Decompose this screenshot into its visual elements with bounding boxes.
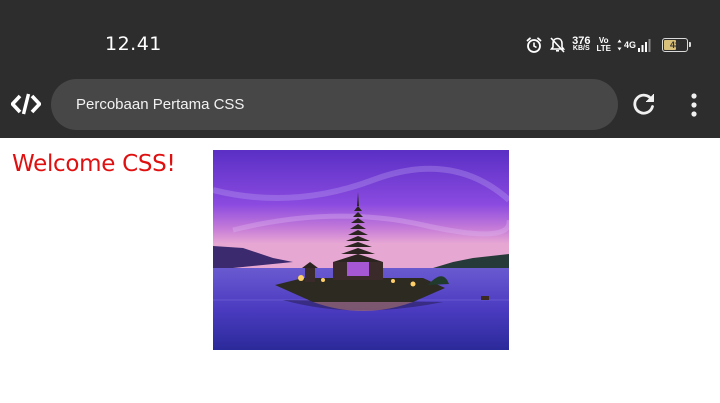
clock: 12.41 [105, 33, 162, 55]
code-icon[interactable] [10, 93, 42, 120]
network-type: 4G [623, 39, 636, 50]
signal-bars-icon [638, 38, 652, 52]
temple-photo [213, 150, 509, 350]
status-bar: 12.41 376 KB/S Vo LTE 4G 48 [0, 0, 720, 76]
more-menu-icon[interactable] [689, 93, 699, 122]
browser-toolbar: Percobaan Pertama CSS [0, 76, 720, 138]
address-bar[interactable]: Percobaan Pertama CSS [51, 79, 618, 130]
volte-indicator: Vo LTE [596, 37, 611, 53]
network-speed: 376 KB/S [572, 35, 591, 53]
alarm-icon [525, 36, 543, 54]
battery-level: 48 [669, 40, 680, 50]
web-content: Welcome CSS! [0, 138, 720, 403]
mobile-signal: 4G [617, 38, 652, 52]
reload-icon[interactable] [631, 91, 657, 122]
volte-bottom: LTE [596, 44, 611, 53]
notifications-muted-icon [549, 36, 566, 54]
battery-icon: 48 [662, 38, 691, 52]
network-speed-value: 376 [572, 35, 591, 47]
network-speed-unit: KB/S [572, 45, 590, 52]
status-icons: 376 KB/S Vo LTE 4G 48 [525, 33, 691, 57]
page-heading: Welcome CSS! [12, 151, 176, 177]
page-title: Percobaan Pertama CSS [76, 96, 245, 113]
data-arrows-icon [617, 39, 622, 51]
